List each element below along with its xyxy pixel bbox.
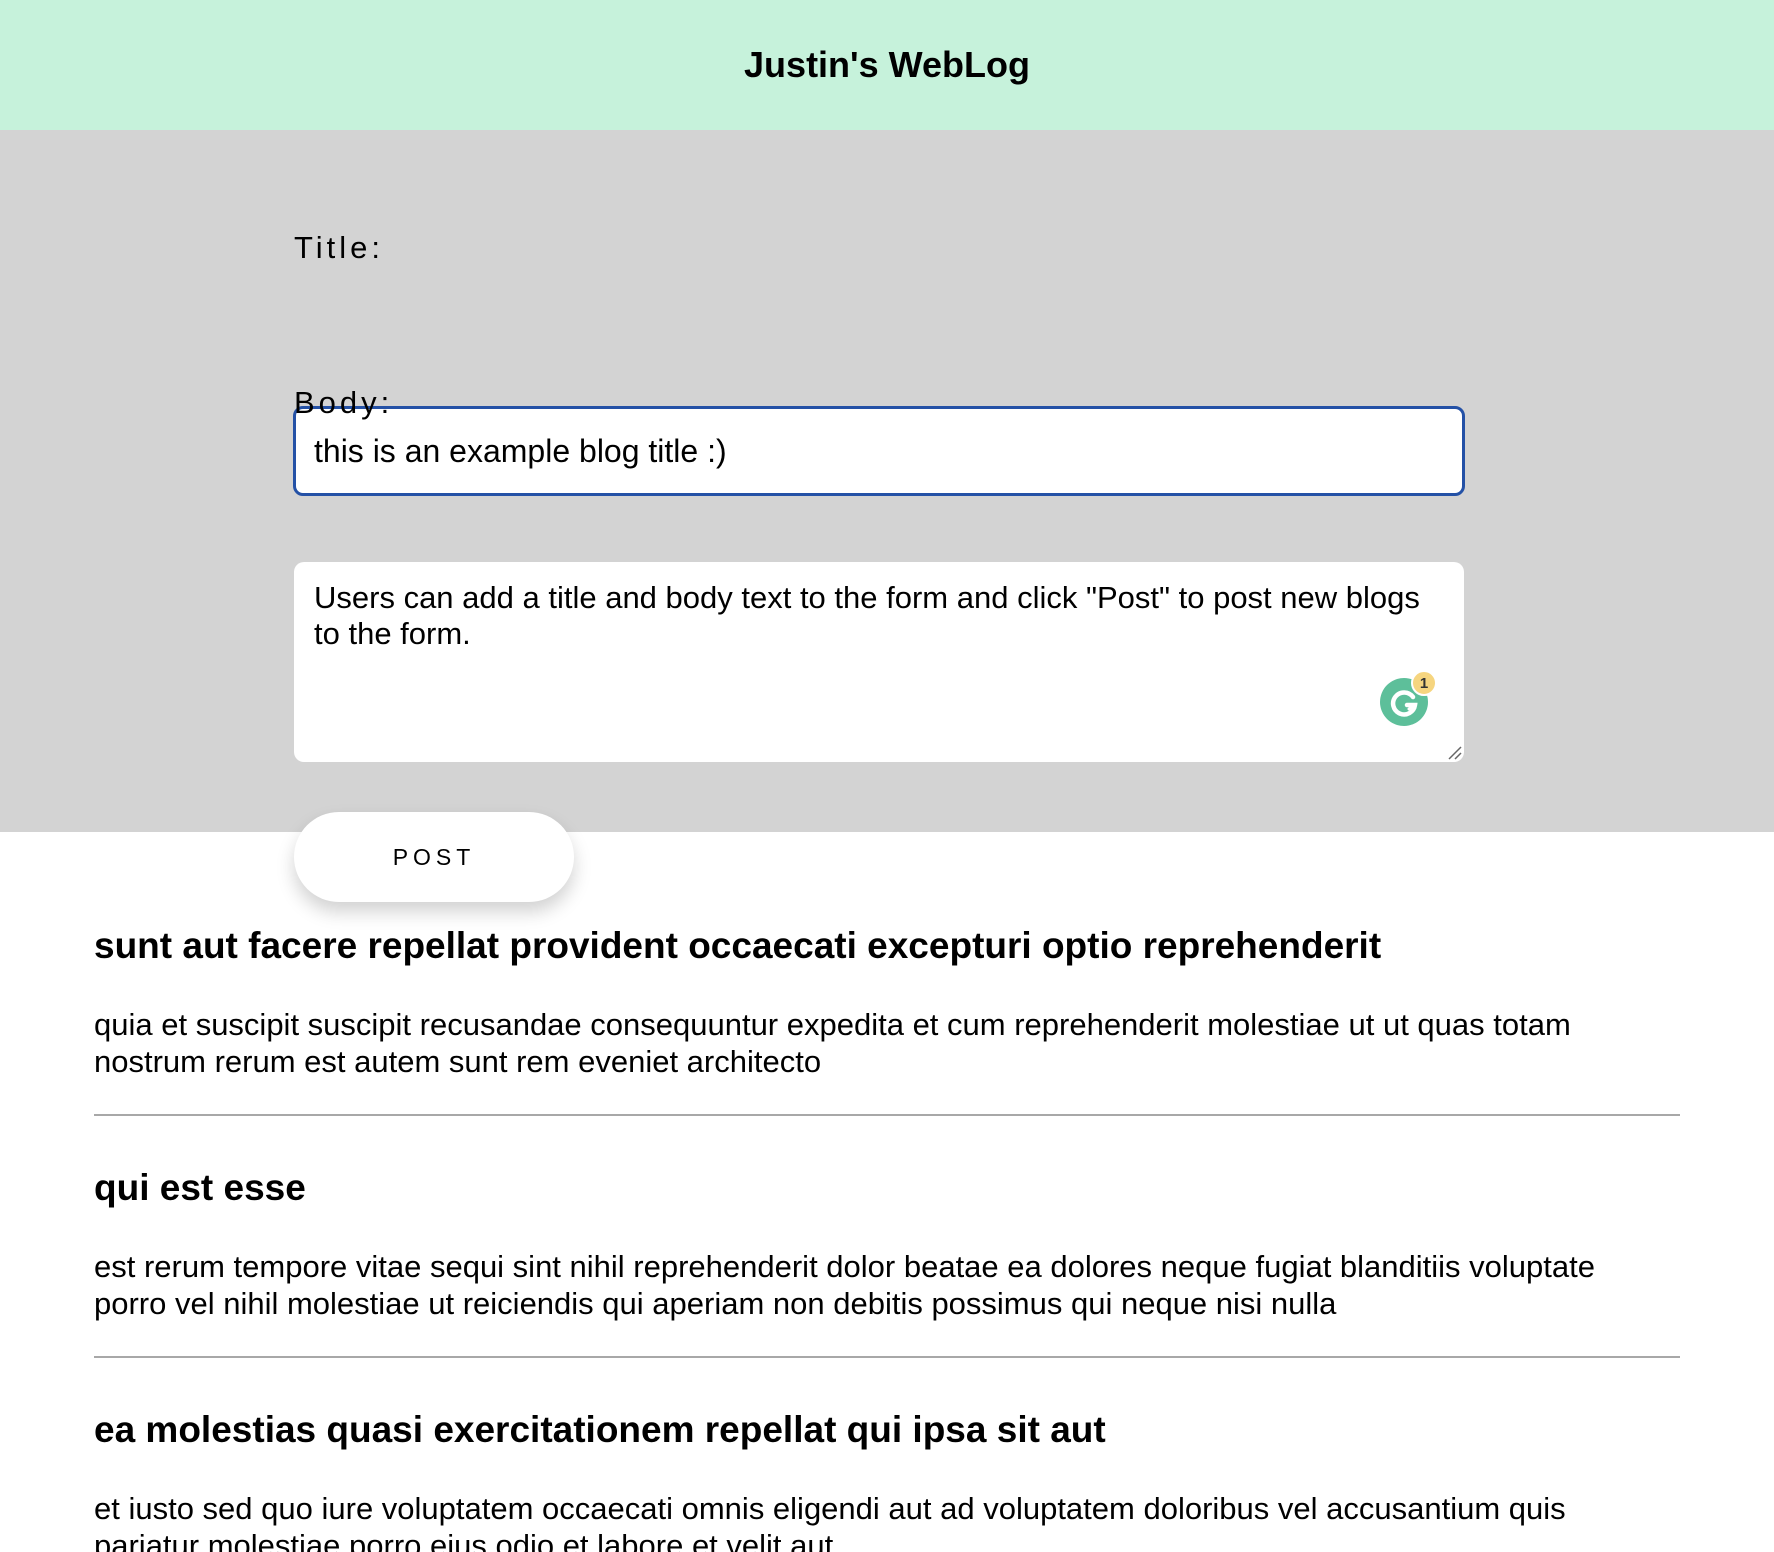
posts-list: sunt aut facere repellat provident occae… (0, 832, 1774, 1552)
body-label: Body: (294, 385, 394, 420)
blog-post: qui est esse est rerum tempore vitae seq… (94, 1116, 1680, 1358)
post-body: quia et suscipit suscipit recusandae con… (94, 1007, 1571, 1079)
title-input[interactable] (293, 406, 1465, 496)
blog-post: ea molestias quasi exercitationem repell… (94, 1358, 1680, 1552)
new-post-form: Title: Body: Users can add a title and b… (0, 130, 1774, 902)
site-title: Justin's WebLog (744, 44, 1030, 85)
site-header: Justin's WebLog (0, 0, 1774, 130)
post-title: sunt aut facere repellat provident occae… (94, 925, 1382, 966)
resize-handle-icon[interactable] (1446, 744, 1462, 760)
title-label: Title: (294, 230, 385, 265)
post-title: qui est esse (94, 1167, 306, 1208)
body-textarea[interactable]: Users can add a title and body text to t… (294, 562, 1464, 762)
post-body: et iusto sed quo iure voluptatem occaeca… (94, 1491, 1566, 1552)
post-button[interactable]: POST (294, 812, 574, 902)
grammarly-count-badge: 1 (1411, 670, 1437, 696)
post-body: est rerum tempore vitae sequi sint nihil… (94, 1249, 1595, 1321)
post-title: ea molestias quasi exercitationem repell… (94, 1409, 1106, 1450)
